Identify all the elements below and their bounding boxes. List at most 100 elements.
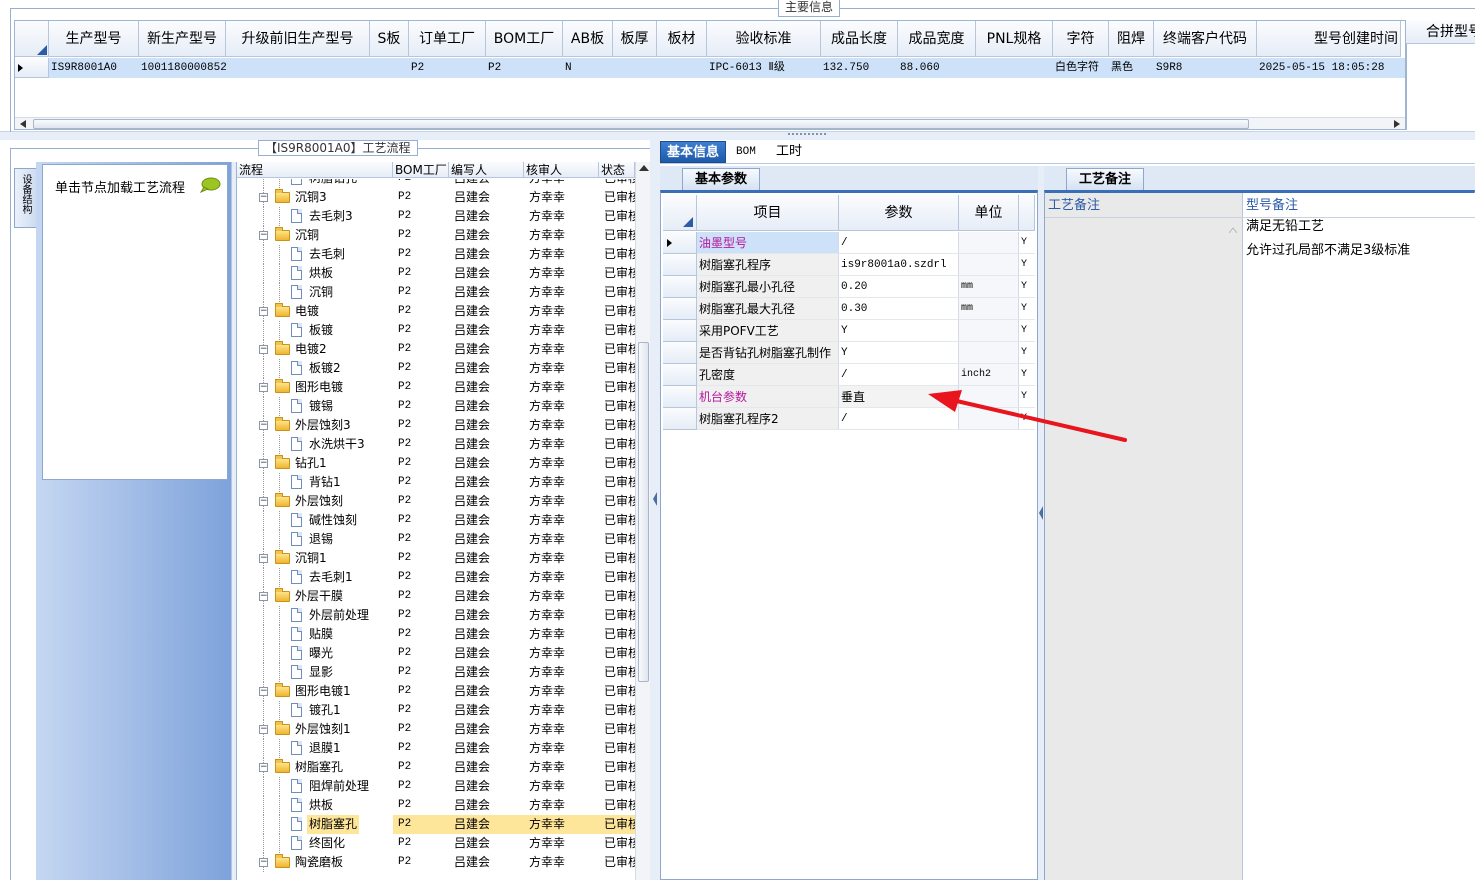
collapse-toggle-icon[interactable]: − bbox=[259, 497, 268, 506]
collapse-toggle-icon[interactable]: − bbox=[259, 554, 268, 563]
tab-bom[interactable]: BOM bbox=[730, 141, 762, 163]
param-row[interactable]: 树脂塞孔最大孔径 0.30 mm Y bbox=[663, 298, 1035, 320]
tree-node-label[interactable]: 烘板 bbox=[307, 264, 335, 283]
tree-item-row[interactable]: 背钻1 P2 吕建会 方幸幸 已审核 bbox=[237, 473, 635, 492]
param-value-field[interactable]: Y bbox=[839, 342, 959, 364]
param-row[interactable]: 油墨型号 / Y bbox=[663, 232, 1035, 254]
column-header-new-model[interactable]: 新生产型号 bbox=[139, 21, 226, 57]
tree-node-label[interactable]: 碱性蚀刻 bbox=[307, 511, 359, 530]
tree-node-label[interactable]: 树脂塞孔 bbox=[293, 758, 345, 777]
tree-item-row[interactable]: 镀孔1 P2 吕建会 方幸幸 已审核 bbox=[237, 701, 635, 720]
row-indicator[interactable] bbox=[15, 58, 49, 78]
tree-node-label[interactable]: 外层前处理 bbox=[307, 606, 371, 625]
row-indicator[interactable] bbox=[663, 320, 697, 342]
tree-item-row[interactable]: 板镀 P2 吕建会 方幸幸 已审核 bbox=[237, 321, 635, 340]
tree-node-label[interactable]: 图形电镀 bbox=[293, 378, 345, 397]
tree-node-label[interactable]: 镀孔1 bbox=[307, 701, 343, 720]
column-header-width[interactable]: 成品宽度 bbox=[898, 21, 976, 57]
scrollbar-thumb[interactable] bbox=[638, 342, 649, 682]
tree-item-row[interactable]: 烘板 P2 吕建会 方幸幸 已审核 bbox=[237, 264, 635, 283]
tree-node-label[interactable]: 显影 bbox=[307, 663, 335, 682]
tree-node-label[interactable]: 退锡 bbox=[307, 530, 335, 549]
column-header-acceptance-std[interactable]: 验收标准 bbox=[707, 21, 821, 57]
param-value-field[interactable]: is9r8001a0.szdrl bbox=[839, 254, 959, 276]
cell-solder-mask[interactable]: 黑色 bbox=[1109, 58, 1154, 78]
cell-ab-board[interactable]: N bbox=[563, 58, 613, 78]
tree-folder-row[interactable]: − 电镀 P2 吕建会 方幸幸 已审核 bbox=[237, 302, 635, 321]
row-indicator[interactable] bbox=[663, 298, 697, 320]
row-indicator[interactable] bbox=[663, 364, 697, 386]
scroll-up-icon[interactable] bbox=[1229, 227, 1237, 233]
tree-node-label[interactable]: 阻焊前处理 bbox=[307, 777, 371, 796]
tree-node-label[interactable]: 陶瓷磨板 bbox=[293, 853, 345, 872]
tree-item-row[interactable]: 去毛刺1 P2 吕建会 方幸幸 已审核 bbox=[237, 568, 635, 587]
process-notes-tab[interactable]: 工艺备注 bbox=[1066, 168, 1144, 190]
tree-folder-row[interactable]: − 沉铜1 P2 吕建会 方幸幸 已审核 bbox=[237, 549, 635, 568]
row-indicator[interactable] bbox=[663, 232, 697, 254]
tree-item-row[interactable]: 去毛刺3 P2 吕建会 方幸幸 已审核 bbox=[237, 207, 635, 226]
tree-node-label[interactable]: 树脂钻孔 bbox=[307, 179, 359, 188]
tree-item-row[interactable]: 阻焊前处理 P2 吕建会 方幸幸 已审核 bbox=[237, 777, 635, 796]
column-header-bom-factory[interactable]: BOM工厂 bbox=[486, 21, 563, 57]
tree-folder-row[interactable]: − 图形电镀1 P2 吕建会 方幸幸 已审核 bbox=[237, 682, 635, 701]
row-indicator[interactable] bbox=[663, 276, 697, 298]
tree-item-row[interactable]: 去毛刺 P2 吕建会 方幸幸 已审核 bbox=[237, 245, 635, 264]
cell-length[interactable]: 132.750 bbox=[821, 58, 898, 78]
tree-node-label[interactable]: 板镀2 bbox=[307, 359, 343, 378]
tree-node-label[interactable]: 电镀 bbox=[293, 302, 321, 321]
column-header-item[interactable]: 项目 bbox=[697, 195, 839, 231]
collapse-toggle-icon[interactable]: − bbox=[259, 421, 268, 430]
tree-node-label[interactable]: 背钻1 bbox=[307, 473, 343, 492]
nav-pane[interactable]: 单击节点加载工艺流程 bbox=[42, 164, 228, 480]
scroll-right-icon[interactable] bbox=[1394, 120, 1400, 128]
tree-node-label[interactable]: 贴膜 bbox=[307, 625, 335, 644]
model-notes-column[interactable]: 型号备注 满足无铅工艺 允许过孔局部不满足3级标准 bbox=[1243, 193, 1475, 880]
tree-node-label[interactable]: 板镀 bbox=[307, 321, 335, 340]
cell-new-model[interactable]: 10011800008529 bbox=[139, 58, 226, 78]
tree-node-label[interactable]: 去毛刺 bbox=[307, 245, 347, 264]
tree-folder-row[interactable]: − 外层蚀刻3 P2 吕建会 方幸幸 已审核 bbox=[237, 416, 635, 435]
tree-node-label[interactable]: 烘板 bbox=[307, 796, 335, 815]
tree-node-label[interactable]: 外层蚀刻 bbox=[293, 492, 345, 511]
tree-folder-row[interactable]: − 外层蚀刻 P2 吕建会 方幸幸 已审核 bbox=[237, 492, 635, 511]
column-header-model[interactable]: 生产型号 bbox=[49, 21, 139, 57]
tree-folder-row[interactable]: − 图形电镀 P2 吕建会 方幸幸 已审核 bbox=[237, 378, 635, 397]
param-value-field[interactable]: / bbox=[839, 364, 959, 386]
tree-column-header-status[interactable]: 状态 bbox=[599, 162, 635, 178]
tree-folder-row[interactable]: − 电镀2 P2 吕建会 方幸幸 已审核 bbox=[237, 340, 635, 359]
tree-item-row[interactable]: 碱性蚀刻 P2 吕建会 方幸幸 已审核 bbox=[237, 511, 635, 530]
tree-item-row[interactable]: 退锡 P2 吕建会 方幸幸 已审核 bbox=[237, 530, 635, 549]
cell-customer-code[interactable]: S9R8 bbox=[1154, 58, 1257, 78]
tree-node-label[interactable]: 外层蚀刻3 bbox=[293, 416, 353, 435]
tree-item-row[interactable]: 板镀2 P2 吕建会 方幸幸 已审核 bbox=[237, 359, 635, 378]
row-indicator[interactable] bbox=[663, 386, 697, 408]
param-value-field[interactable]: 垂直 bbox=[839, 386, 959, 408]
tree-node-label[interactable]: 外层蚀刻1 bbox=[293, 720, 353, 739]
column-header-thickness[interactable]: 板厚 bbox=[613, 21, 657, 57]
basic-params-tab[interactable]: 基本参数 bbox=[682, 168, 760, 190]
cell-s-board[interactable] bbox=[370, 58, 409, 78]
load-process-hint[interactable]: 单击节点加载工艺流程 bbox=[55, 177, 185, 196]
param-row[interactable]: 树脂塞孔最小孔径 0.20 mm Y bbox=[663, 276, 1035, 298]
tab-basic-info[interactable]: 基本信息 bbox=[660, 141, 727, 163]
tree-node-label[interactable]: 沉铜3 bbox=[293, 188, 329, 207]
collapse-toggle-icon[interactable]: − bbox=[259, 345, 268, 354]
column-header-customer-code[interactable]: 终端客户代码 bbox=[1154, 21, 1257, 57]
collapse-toggle-icon[interactable]: − bbox=[259, 459, 268, 468]
column-header-legend[interactable]: 字符 bbox=[1053, 21, 1109, 57]
cell-model[interactable]: IS9R8001A0 bbox=[49, 58, 139, 78]
collapse-toggle-icon[interactable]: − bbox=[259, 725, 268, 734]
column-header-length[interactable]: 成品长度 bbox=[821, 21, 898, 57]
tree-item-row[interactable]: 沉铜 P2 吕建会 方幸幸 已审核 bbox=[237, 283, 635, 302]
tree-folder-row[interactable]: − 外层干膜 P2 吕建会 方幸幸 已审核 bbox=[237, 587, 635, 606]
column-header-order-factory[interactable]: 订单工厂 bbox=[409, 21, 486, 57]
collapse-toggle-icon[interactable]: − bbox=[259, 231, 268, 240]
tree-item-row[interactable]: 贴膜 P2 吕建会 方幸幸 已审核 bbox=[237, 625, 635, 644]
tree-vertical-scrollbar[interactable] bbox=[635, 162, 650, 880]
tree-node-label[interactable]: 去毛刺3 bbox=[307, 207, 355, 226]
tree-item-row[interactable]: 水洗烘干3 P2 吕建会 方幸幸 已审核 bbox=[237, 435, 635, 454]
tree-node-label[interactable]: 水洗烘干3 bbox=[307, 435, 367, 454]
tree-folder-row[interactable]: − 沉铜3 P2 吕建会 方幸幸 已审核 bbox=[237, 188, 635, 207]
column-header-param[interactable]: 参数 bbox=[839, 195, 959, 231]
column-header-s-board[interactable]: S板 bbox=[370, 21, 409, 57]
